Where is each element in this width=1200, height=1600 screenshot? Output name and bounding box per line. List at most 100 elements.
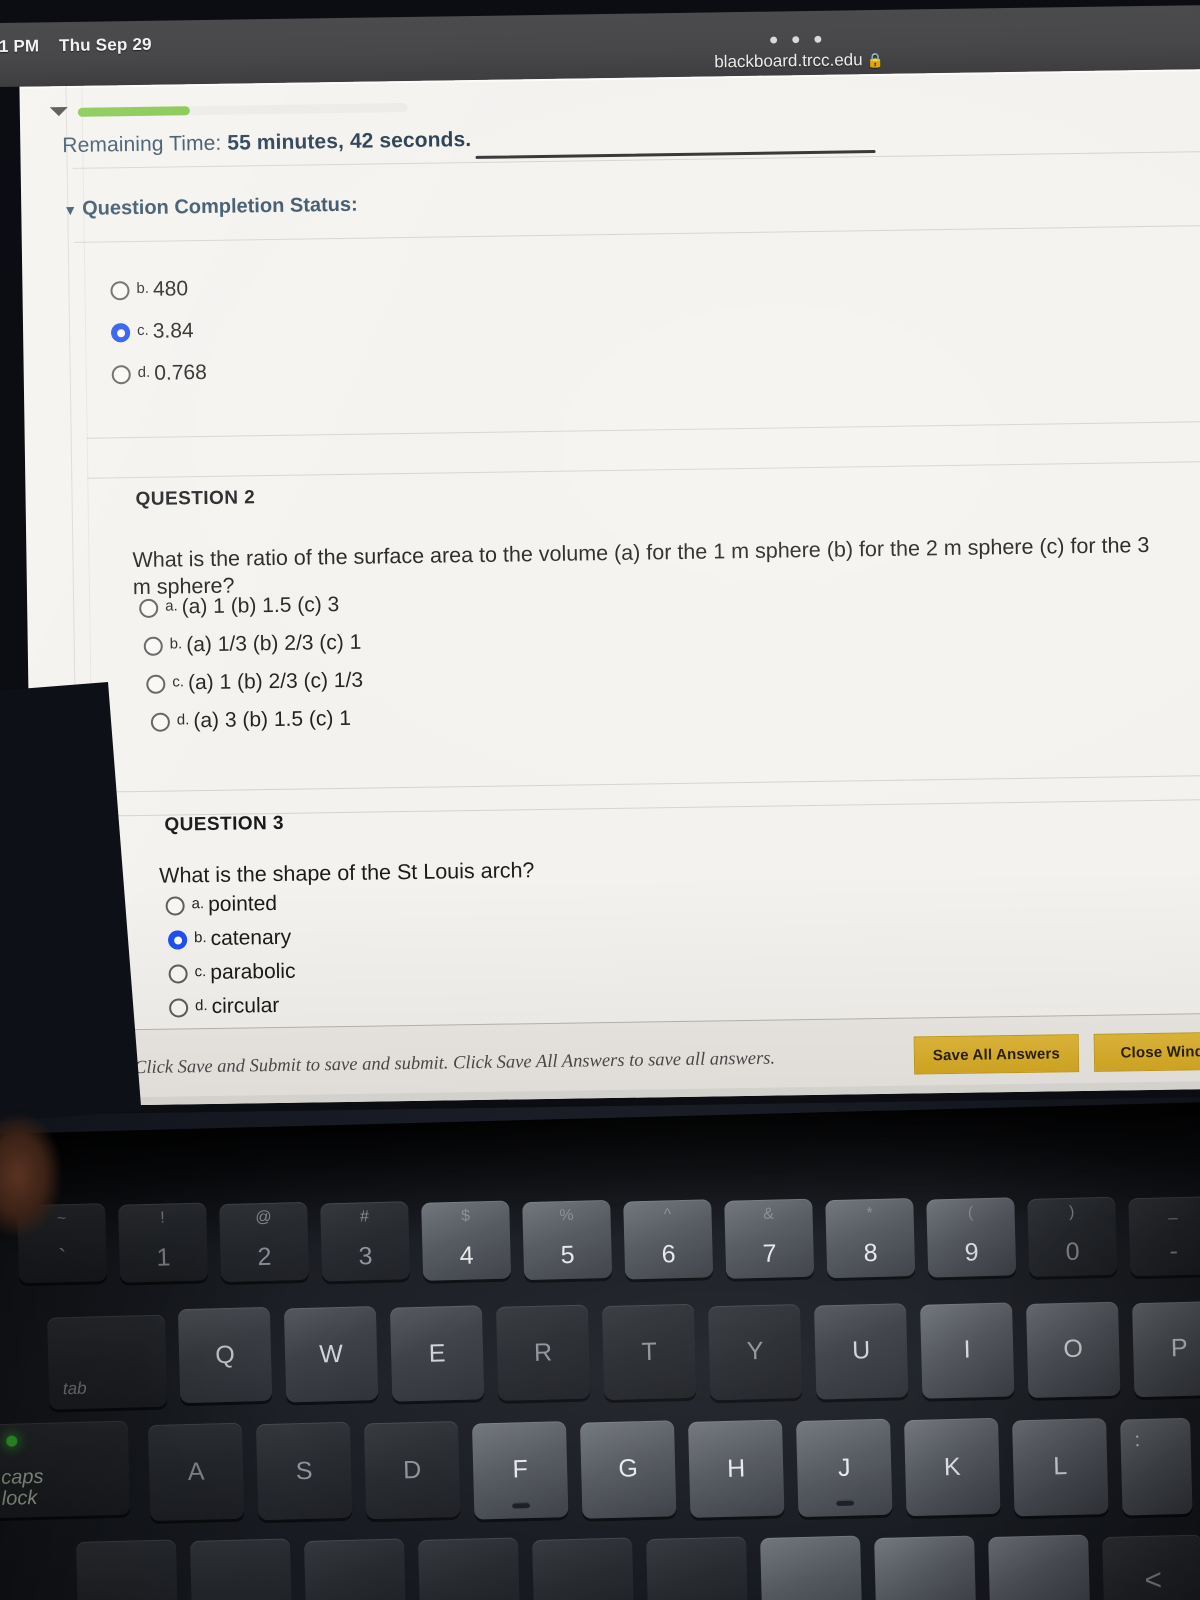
caret-down-icon[interactable] xyxy=(49,106,68,117)
key-i[interactable]: I xyxy=(919,1302,1015,1399)
q1-option-c[interactable]: c. 3.84 xyxy=(110,318,194,344)
key-7[interactable]: & 7 xyxy=(724,1198,815,1279)
progress-track xyxy=(77,102,408,117)
key-h[interactable]: H xyxy=(687,1419,785,1518)
q3-option-b[interactable]: b. catenary xyxy=(167,925,292,952)
key-number: 1 xyxy=(156,1243,171,1272)
q1-option-d[interactable]: d. 0.768 xyxy=(111,360,207,386)
key-s[interactable]: S xyxy=(255,1421,353,1521)
key-bottom-8[interactable] xyxy=(988,1534,1091,1600)
key-p[interactable]: P xyxy=(1132,1300,1200,1398)
key-bottom-3[interactable] xyxy=(417,1537,521,1600)
key-r[interactable]: R xyxy=(495,1304,591,1402)
radio-icon[interactable] xyxy=(146,674,166,694)
remaining-time-value: 55 minutes, 42 seconds. xyxy=(227,128,472,155)
key-f[interactable]: F xyxy=(471,1420,569,1520)
key-t[interactable]: T xyxy=(601,1304,697,1401)
q2-option-a[interactable]: a. (a) 1 (b) 1.5 (c) 3 xyxy=(139,592,339,620)
question-completion-status[interactable]: ▼ Question Completion Status: xyxy=(63,194,358,221)
key-j[interactable]: J xyxy=(796,1418,893,1518)
key-2[interactable]: @2 xyxy=(219,1201,310,1283)
key-symbol: $ xyxy=(460,1207,471,1225)
key-symbol: & xyxy=(763,1205,775,1223)
caps-line-2: lock xyxy=(1,1486,38,1510)
radio-icon[interactable] xyxy=(143,636,163,656)
radio-icon[interactable] xyxy=(111,365,131,385)
key-5[interactable]: % 5 xyxy=(522,1199,613,1281)
key-l[interactable]: L xyxy=(1012,1417,1109,1517)
q3-option-a[interactable]: a. pointed xyxy=(165,891,277,918)
key-tab[interactable]: tab xyxy=(47,1314,168,1410)
radio-icon[interactable] xyxy=(110,281,130,301)
menubar-clock: 1 PM Thu Sep 29 xyxy=(0,35,152,57)
key-3[interactable]: #3 xyxy=(320,1201,411,1282)
q1-option-b[interactable]: b. 480 xyxy=(110,276,188,302)
key-caps-lock[interactable]: caps lock xyxy=(0,1420,131,1519)
key-e[interactable]: E xyxy=(389,1305,485,1402)
q2-option-d[interactable]: d. (a) 3 (b) 1.5 (c) 1 xyxy=(150,706,351,734)
key-bottom-4[interactable] xyxy=(532,1537,635,1600)
key-comma-less-than[interactable]: < xyxy=(1102,1534,1200,1600)
radio-icon[interactable] xyxy=(168,964,188,984)
key-number: 2 xyxy=(257,1242,272,1272)
key-g[interactable]: G xyxy=(579,1420,677,1519)
radio-icon[interactable] xyxy=(169,998,189,1018)
key-bottom-1[interactable] xyxy=(189,1538,293,1600)
key-4[interactable]: $4 xyxy=(421,1200,512,1281)
key-6[interactable]: ^ 6 xyxy=(623,1199,714,1280)
key-9[interactable]: (9 xyxy=(926,1197,1017,1278)
key-bottom-7[interactable] xyxy=(874,1535,977,1600)
q2-option-b[interactable]: b. (a) 1/3 (b) 2/3 (c) 1 xyxy=(143,630,362,658)
radio-icon[interactable] xyxy=(110,323,131,343)
save-all-answers-button[interactable]: Save All Answers xyxy=(913,1034,1080,1075)
key-d[interactable]: D xyxy=(363,1421,461,1520)
key-u[interactable]: U xyxy=(813,1302,909,1400)
q3-option-b-letter: b. xyxy=(193,929,207,947)
footer-note: Click Save and Submit to save and submit… xyxy=(133,1048,776,1079)
q3-option-b-text: catenary xyxy=(210,925,292,950)
divider-3 xyxy=(86,420,1200,439)
q2-option-c[interactable]: c. (a) 1 (b) 2/3 (c) 1/3 xyxy=(146,668,363,696)
home-row-bump-icon xyxy=(836,1499,855,1507)
q2-option-a-letter: a. xyxy=(165,597,178,615)
key-0[interactable]: ) 0 xyxy=(1027,1196,1118,1277)
laptop-screen: 1 PM Thu Sep 29 ● ● ● blackboard.trcc.ed… xyxy=(0,0,1200,1123)
key--[interactable]: _ - xyxy=(1128,1196,1200,1277)
q1-option-b-letter: b. xyxy=(136,279,150,297)
key-1[interactable]: ! 1 xyxy=(118,1202,209,1283)
key-y[interactable]: Y xyxy=(707,1303,803,1400)
radio-icon[interactable] xyxy=(167,930,188,950)
key-w[interactable]: W xyxy=(283,1306,379,1403)
radio-icon[interactable] xyxy=(139,598,159,618)
radio-icon[interactable] xyxy=(165,896,185,916)
divider-2 xyxy=(73,224,1200,243)
key-number: 9 xyxy=(964,1238,979,1267)
question-completion-progress[interactable] xyxy=(49,95,550,124)
key-bottom-2[interactable] xyxy=(303,1538,407,1600)
key-bottom-6[interactable] xyxy=(760,1535,863,1600)
lock-icon: 🔒 xyxy=(866,51,885,69)
progress-fill xyxy=(77,106,191,117)
key-symbol: * xyxy=(866,1205,873,1223)
q3-option-c[interactable]: c. parabolic xyxy=(168,959,296,986)
fabric-blob xyxy=(0,1115,60,1235)
key-q[interactable]: Q xyxy=(177,1306,273,1404)
key-8[interactable]: * 8 xyxy=(825,1197,916,1279)
key-number: 0 xyxy=(1065,1237,1080,1266)
q2-option-b-text: (a) 1/3 (b) 2/3 (c) 1 xyxy=(186,630,362,657)
question-completion-status-label: Question Completion Status: xyxy=(81,193,358,220)
address-bar[interactable]: blackboard.trcc.edu 🔒 xyxy=(679,49,919,73)
key-a[interactable]: A xyxy=(147,1422,245,1522)
key-semicolon[interactable]: : xyxy=(1120,1417,1193,1516)
q3-option-d[interactable]: d. circular xyxy=(169,993,280,1020)
close-window-button[interactable]: Close Window xyxy=(1093,1031,1200,1072)
caps-line-1: caps xyxy=(0,1465,44,1489)
q3-option-a-letter: a. xyxy=(191,895,205,913)
q2-header: QUESTION 2 xyxy=(135,487,256,511)
key-o[interactable]: O xyxy=(1026,1301,1121,1398)
key-bottom-5[interactable] xyxy=(646,1536,749,1600)
q3-option-c-letter: c. xyxy=(194,963,207,981)
key-k[interactable]: K xyxy=(904,1418,1001,1517)
radio-icon[interactable] xyxy=(150,712,171,732)
key-bottom-0[interactable] xyxy=(75,1539,179,1600)
